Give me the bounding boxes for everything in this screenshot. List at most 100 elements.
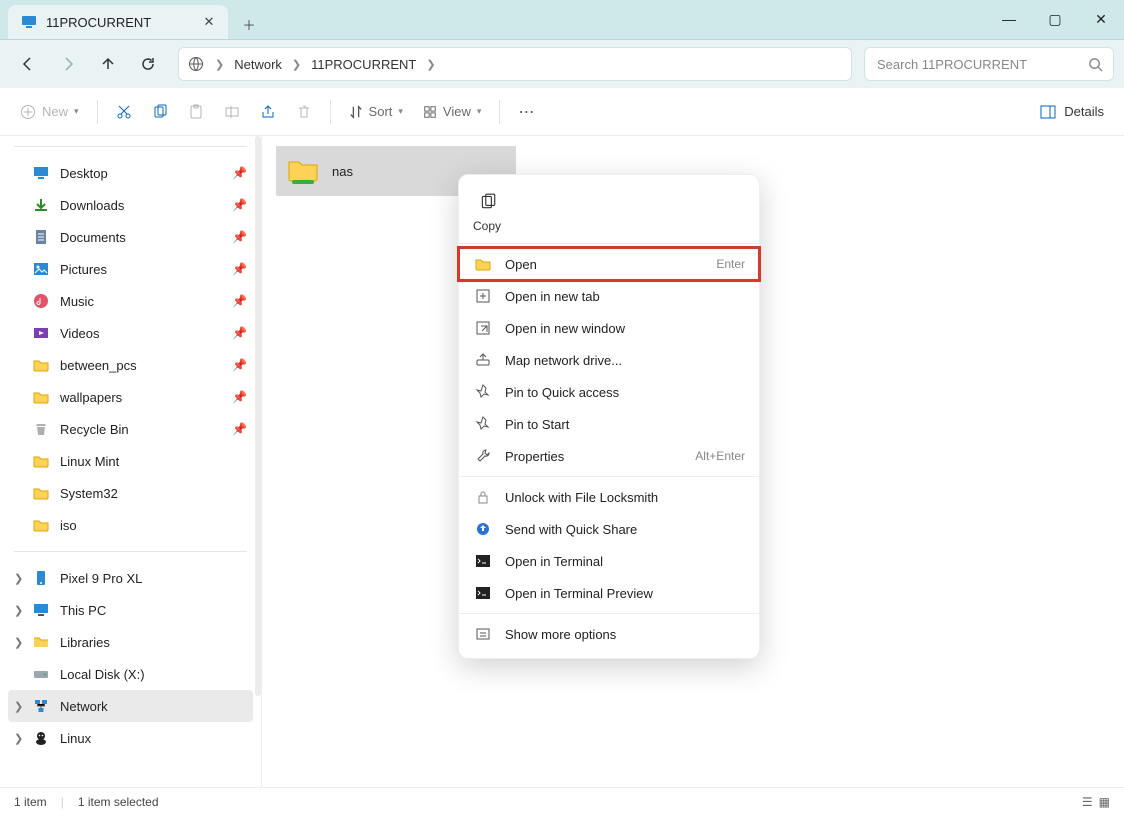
sidebar-label: iso bbox=[60, 518, 77, 533]
share-icon bbox=[473, 521, 493, 537]
chevron-right-icon: ❯ bbox=[211, 58, 228, 71]
list-view-icon[interactable]: ☰ bbox=[1082, 795, 1093, 809]
details-pane-button[interactable]: Details bbox=[1032, 104, 1112, 120]
chevron-right-icon: ❯ bbox=[288, 58, 305, 71]
minimize-button[interactable]: — bbox=[986, 0, 1032, 39]
chevron-down-icon: ▾ bbox=[477, 106, 482, 117]
chevron-right-icon[interactable]: ❯ bbox=[14, 700, 23, 713]
pin-icon: 📌 bbox=[232, 326, 247, 340]
ctx-open-in-terminal[interactable]: Open in Terminal bbox=[459, 545, 759, 577]
address-bar[interactable]: ❯ Network ❯ 11PROCURRENT ❯ bbox=[178, 47, 852, 81]
monitor-icon bbox=[20, 13, 38, 31]
new-tab-button[interactable]: ＋ bbox=[234, 9, 264, 39]
close-window-button[interactable]: ✕ bbox=[1078, 0, 1124, 39]
breadcrumb-current[interactable]: 11PROCURRENT bbox=[311, 57, 416, 72]
sidebar-item-system32[interactable]: System32 bbox=[8, 477, 253, 509]
folder-open-icon bbox=[473, 256, 493, 272]
sidebar-label: Pixel 9 Pro XL bbox=[60, 571, 142, 586]
ctx-unlock-with-file-locksmith[interactable]: Unlock with File Locksmith bbox=[459, 481, 759, 513]
refresh-button[interactable] bbox=[130, 46, 166, 82]
sidebar-item-libraries[interactable]: ❯ Libraries bbox=[8, 626, 253, 658]
sort-button[interactable]: Sort ▾ bbox=[341, 95, 411, 129]
ctx-label: Pin to Quick access bbox=[505, 385, 619, 400]
ctx-pin-to-quick-access[interactable]: Pin to Quick access bbox=[459, 376, 759, 408]
cut-button[interactable] bbox=[108, 95, 140, 129]
document-icon bbox=[32, 228, 50, 246]
search-box[interactable] bbox=[864, 47, 1114, 81]
folder-icon bbox=[32, 356, 50, 374]
newwindow-icon bbox=[473, 320, 493, 336]
sidebar-item-pictures[interactable]: Pictures 📌 bbox=[8, 253, 253, 285]
ctx-open-in-terminal-preview[interactable]: Open in Terminal Preview bbox=[459, 577, 759, 609]
sidebar-item-wallpapers[interactable]: wallpapers 📌 bbox=[8, 381, 253, 413]
thispc-icon bbox=[32, 601, 50, 619]
ctx-send-with-quick-share[interactable]: Send with Quick Share bbox=[459, 513, 759, 545]
ctx-copy-icon[interactable] bbox=[473, 187, 503, 217]
divider bbox=[330, 100, 331, 124]
ctx-pin-to-start[interactable]: Pin to Start bbox=[459, 408, 759, 440]
new-label: New bbox=[42, 104, 68, 119]
sidebar-item-desktop[interactable]: Desktop 📌 bbox=[8, 157, 253, 189]
folder-icon bbox=[32, 516, 50, 534]
maximize-button[interactable]: ▢ bbox=[1032, 0, 1078, 39]
network-icon bbox=[32, 697, 50, 715]
ctx-map-network-drive-[interactable]: Map network drive... bbox=[459, 344, 759, 376]
sidebar-item-this-pc[interactable]: ❯ This PC bbox=[8, 594, 253, 626]
sidebar-item-linux-mint[interactable]: Linux Mint bbox=[8, 445, 253, 477]
back-button[interactable] bbox=[10, 46, 46, 82]
command-bar: New ▾ Sort ▾ View ▾ ⋯ Details bbox=[0, 88, 1124, 136]
pin-icon: 📌 bbox=[232, 198, 247, 212]
up-button[interactable] bbox=[90, 46, 126, 82]
divider bbox=[14, 146, 247, 147]
ctx-label: Properties bbox=[505, 449, 564, 464]
ctx-show-more[interactable]: Show more options bbox=[459, 618, 759, 650]
sidebar-item-documents[interactable]: Documents 📌 bbox=[8, 221, 253, 253]
view-button[interactable]: View ▾ bbox=[415, 95, 489, 129]
search-input[interactable] bbox=[875, 56, 1088, 73]
sidebar-item-between_pcs[interactable]: between_pcs 📌 bbox=[8, 349, 253, 381]
breadcrumb-network[interactable]: Network bbox=[234, 57, 282, 72]
shared-folder-icon bbox=[286, 154, 320, 188]
sidebar-label: Downloads bbox=[60, 198, 124, 213]
sidebar-item-iso[interactable]: iso bbox=[8, 509, 253, 541]
sidebar-item-music[interactable]: Music 📌 bbox=[8, 285, 253, 317]
chevron-right-icon[interactable]: ❯ bbox=[14, 604, 23, 617]
divider bbox=[459, 476, 759, 477]
new-button[interactable]: New ▾ bbox=[12, 95, 87, 129]
ctx-open-in-new-window[interactable]: Open in new window bbox=[459, 312, 759, 344]
ctx-open-in-new-tab[interactable]: Open in new tab bbox=[459, 280, 759, 312]
videos-icon bbox=[32, 324, 50, 342]
ctx-properties[interactable]: Properties Alt+Enter bbox=[459, 440, 759, 472]
paste-button[interactable] bbox=[180, 95, 212, 129]
copy-button[interactable] bbox=[144, 95, 176, 129]
share-button[interactable] bbox=[252, 95, 284, 129]
tiles-view-icon[interactable]: ▦ bbox=[1099, 795, 1110, 809]
sidebar-item-recycle-bin[interactable]: Recycle Bin 📌 bbox=[8, 413, 253, 445]
terminal-icon bbox=[473, 553, 493, 569]
sidebar-item-linux[interactable]: ❯ Linux bbox=[8, 722, 253, 754]
sidebar-item-downloads[interactable]: Downloads 📌 bbox=[8, 189, 253, 221]
titlebar: 11PROCURRENT ✕ ＋ — ▢ ✕ bbox=[0, 0, 1124, 40]
folder-name: nas bbox=[332, 164, 353, 179]
sidebar-item-network[interactable]: ❯ Network bbox=[8, 690, 253, 722]
sidebar-item-local-disk-x-[interactable]: Local Disk (X:) bbox=[8, 658, 253, 690]
more-button[interactable]: ⋯ bbox=[510, 95, 542, 129]
window-tab[interactable]: 11PROCURRENT ✕ bbox=[8, 5, 228, 39]
more-icon bbox=[473, 626, 493, 642]
ctx-label: Open in Terminal Preview bbox=[505, 586, 653, 601]
ctx-open[interactable]: Open Enter bbox=[459, 248, 759, 280]
rename-button[interactable] bbox=[216, 95, 248, 129]
sidebar-label: Network bbox=[60, 699, 108, 714]
forward-button[interactable] bbox=[50, 46, 86, 82]
sidebar-item-videos[interactable]: Videos 📌 bbox=[8, 317, 253, 349]
sidebar-label: Videos bbox=[60, 326, 100, 341]
status-selected: 1 item selected bbox=[78, 795, 159, 809]
chevron-right-icon[interactable]: ❯ bbox=[14, 572, 23, 585]
chevron-right-icon[interactable]: ❯ bbox=[14, 636, 23, 649]
chevron-right-icon[interactable]: ❯ bbox=[14, 732, 23, 745]
ctx-label: Pin to Start bbox=[505, 417, 569, 432]
download-icon bbox=[32, 196, 50, 214]
sidebar-item-pixel-9-pro-xl[interactable]: ❯ Pixel 9 Pro XL bbox=[8, 562, 253, 594]
delete-button[interactable] bbox=[288, 95, 320, 129]
close-tab-icon[interactable]: ✕ bbox=[200, 13, 218, 31]
